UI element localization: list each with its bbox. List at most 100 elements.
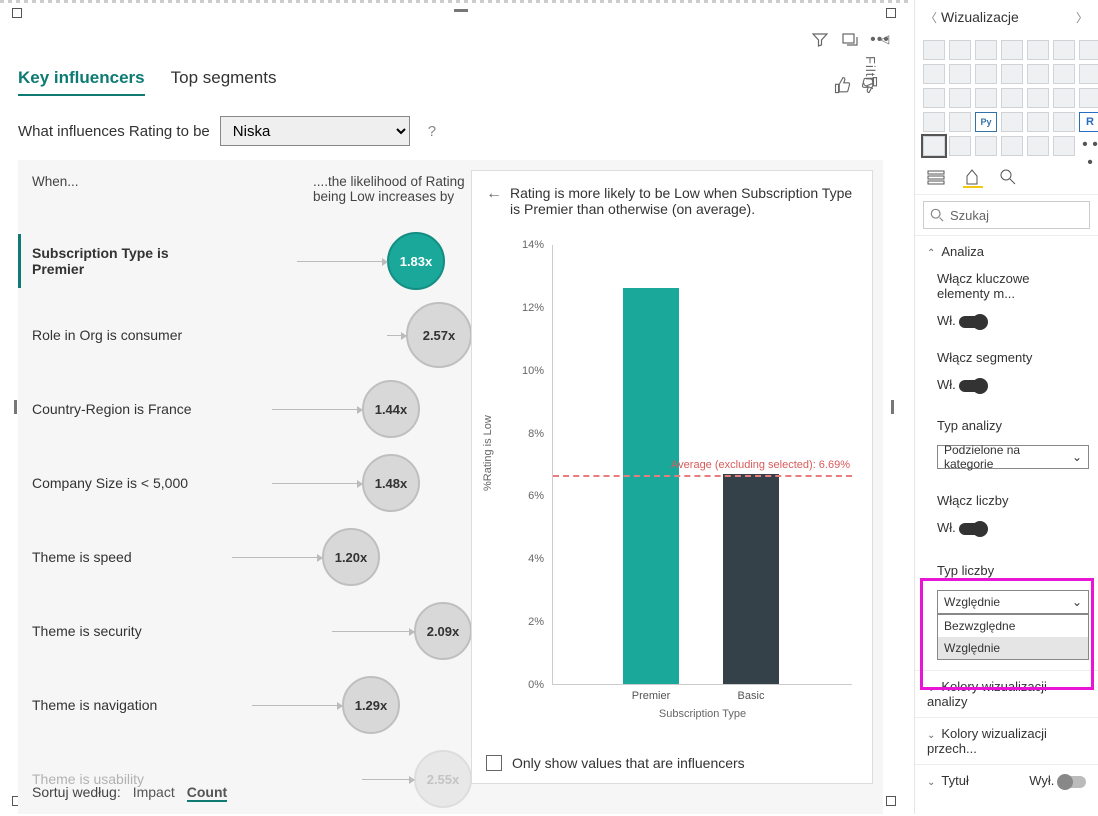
viz-type-icon[interactable] [1053,64,1075,84]
viz-type-icon[interactable] [923,112,945,132]
sort-count[interactable]: Count [187,784,227,802]
factor-bubble[interactable]: 1.44x [362,380,420,438]
resize-handle-t[interactable] [454,9,468,12]
viz-type-icon[interactable] [1079,88,1098,108]
viz-type-icon[interactable] [923,136,945,156]
factor-bubble[interactable]: 2.55x [414,750,472,808]
influencer-row[interactable]: Theme is navigation 1.29x [32,668,472,742]
influencer-label: Subscription Type is Premier [32,245,212,277]
viz-type-icon[interactable]: • • • [1079,136,1098,156]
viz-type-icon[interactable] [949,64,971,84]
viz-type-icon[interactable] [1001,40,1023,60]
section-kolory-przech[interactable]: ⌄Kolory wizualizacji przech... [915,717,1098,764]
sort-impact[interactable]: Impact [133,784,175,802]
viz-type-icon[interactable] [1001,88,1023,108]
typ-liczby-dropdown[interactable]: Względnie⌄ [937,590,1089,614]
only-influencers-label: Only show values that are influencers [512,755,745,771]
viz-type-icon[interactable] [1053,112,1075,132]
option-bezwzgledne[interactable]: Bezwzględne [938,615,1088,637]
viz-type-icon[interactable] [949,40,971,60]
influencer-label: Role in Org is consumer [32,327,212,343]
thumb-up-icon[interactable] [834,76,852,99]
influencer-row[interactable]: Theme is speed1.20x [32,520,472,594]
filter-icon[interactable] [812,32,828,48]
influencer-row[interactable]: Company Size is < 5,0001.48x [32,446,472,520]
factor-bubble[interactable]: 1.48x [362,454,420,512]
visual-tabs: Key influencers Top segments [18,68,888,96]
viz-type-icon[interactable] [1027,136,1049,156]
viz-type-icon[interactable] [1053,40,1075,60]
viz-type-icon[interactable] [949,136,971,156]
viz-type-icon[interactable] [923,64,945,84]
influencer-row[interactable]: Subscription Type is Premier 1.83x [32,224,472,298]
viz-type-icon[interactable] [1027,64,1049,84]
fields-tab-icon[interactable] [927,168,947,188]
back-arrow-icon[interactable]: ← [486,185,502,217]
viz-type-icon[interactable] [1001,136,1023,156]
bar[interactable] [723,474,779,684]
influencer-row[interactable]: Country-Region is France1.44x [32,372,472,446]
viz-type-icon[interactable]: Py [975,112,997,132]
viz-type-icon[interactable] [1027,112,1049,132]
viz-type-icon[interactable] [949,88,971,108]
influencer-label: Theme is navigation [32,697,212,713]
help-icon[interactable]: ? [428,123,436,140]
question-dropdown[interactable]: Niska [220,116,410,146]
filters-tab-label[interactable]: Filtry [863,56,878,90]
y-tick: 12% [516,302,544,314]
viz-type-icon[interactable] [1053,136,1075,156]
key-influencers-visual[interactable]: ••• Key influencers Top segments What in… [18,14,888,808]
factor-bubble[interactable]: 2.57x [406,302,472,368]
main-panel: When... ....the likelihood of Rating bei… [18,160,883,814]
section-analiza[interactable]: ⌃Analiza [915,235,1098,267]
typ-analizy-dropdown[interactable]: Podzielone na kategorie⌄ [937,445,1089,469]
only-influencers-row[interactable]: Only show values that are influencers [486,755,745,771]
pane-tabs [915,162,1098,195]
toggle-ki[interactable] [959,316,987,328]
tab-key-influencers[interactable]: Key influencers [18,68,145,96]
option-wzglednie[interactable]: Względnie [938,637,1088,659]
viz-type-icon[interactable] [975,64,997,84]
resize-handle-r[interactable] [891,400,894,414]
canvas-top-grip[interactable] [0,0,908,3]
tab-top-segments[interactable]: Top segments [171,68,277,96]
focus-icon[interactable] [842,32,858,48]
viz-type-icon[interactable] [1027,40,1049,60]
resize-handle-l[interactable] [14,400,17,414]
viz-type-icon[interactable] [975,40,997,60]
factor-bubble[interactable]: 1.20x [322,528,380,586]
factor-bubble[interactable]: 1.83x [387,232,445,290]
viz-type-icon[interactable] [1079,40,1098,60]
analytics-tab-icon[interactable] [999,168,1019,188]
viz-type-icon[interactable] [975,88,997,108]
viz-type-icon[interactable]: R [1079,112,1098,132]
col-likely: ....the likelihood of Rating being Low i… [313,174,483,204]
section-kolory-analizy[interactable]: ⌄Kolory wizualizacji analizy [915,670,1098,717]
toggle-counts[interactable] [959,523,987,535]
viz-type-icon[interactable] [1001,64,1023,84]
factor-bubble[interactable]: 2.09x [414,602,472,660]
section-tytul[interactable]: ⌄Tytuł Wył. [915,764,1098,796]
search-input[interactable]: Szukaj [923,201,1090,229]
format-tab-icon[interactable] [963,168,983,188]
factor-bubble[interactable]: 1.29x [342,676,400,734]
toggle-tytul[interactable] [1058,776,1086,788]
toggle-segments[interactable] [959,380,987,392]
viz-type-icon[interactable] [949,112,971,132]
viz-type-icon[interactable] [923,40,945,60]
viz-type-icon[interactable] [975,136,997,156]
viz-type-icon[interactable] [1027,88,1049,108]
viz-type-icon[interactable] [1053,88,1075,108]
viz-expand-icon[interactable]: 〉 [1076,9,1088,26]
influencer-row[interactable]: Theme is usability2.55x [32,742,472,816]
viz-type-icon[interactable] [923,88,945,108]
filters-collapse-icon[interactable]: ◁ [880,32,889,46]
viz-type-icon[interactable] [1001,112,1023,132]
checkbox-icon[interactable] [486,755,502,771]
question-prefix: What influences Rating to be [18,123,210,140]
viz-collapse-icon[interactable]: 〈 [925,9,937,26]
influencer-row[interactable]: Theme is security2.09x [32,594,472,668]
bar[interactable] [623,288,679,684]
viz-type-icon[interactable] [1079,64,1098,84]
influencer-row[interactable]: Role in Org is consumer 2.57x [32,298,472,372]
